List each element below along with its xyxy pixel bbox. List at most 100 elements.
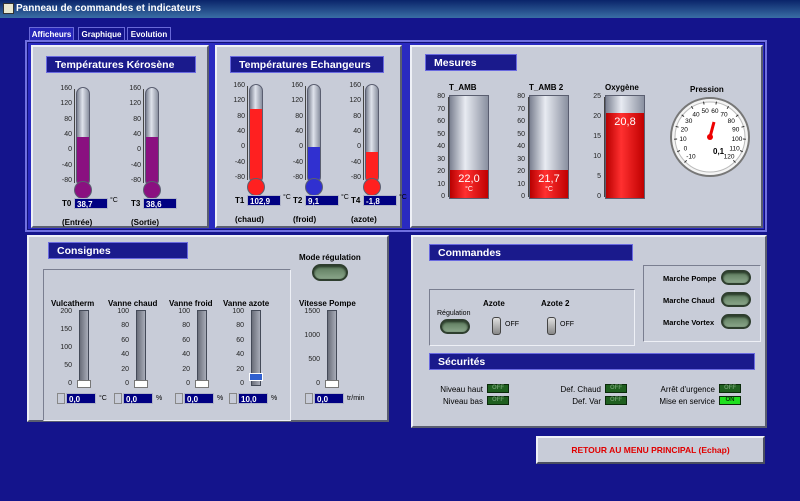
slider-unit: % xyxy=(217,395,224,402)
slider-tick: 80 xyxy=(236,322,244,330)
kerosene-panel: Températures Kérosène 160 120 80 40 0 -40 -80 T… xyxy=(31,45,209,228)
gauge-tick-mark xyxy=(715,101,717,105)
cyl-tick: 70 xyxy=(517,105,525,113)
echangeurs-tube-T4 xyxy=(365,84,379,184)
therm-tick: -40 xyxy=(130,161,141,169)
kerosene-id-T3: T3 xyxy=(131,199,141,208)
slider-value[interactable]: 0,0 xyxy=(123,393,153,404)
echangeurs-value-T1: 102,9 xyxy=(247,195,281,206)
securite-indicator-5: ON xyxy=(719,396,741,405)
cyl-tick: 70 xyxy=(437,105,445,113)
consignes-panel: Consignes Mode régulation Vulcatherm 200 1… xyxy=(27,235,389,422)
pression-label: Pression xyxy=(690,85,724,94)
kerosene-fill-T0 xyxy=(77,137,89,186)
slider-track[interactable] xyxy=(136,310,146,386)
slider-tick: 50 xyxy=(64,362,72,369)
securite-label-3: Def. Var xyxy=(572,397,601,406)
securites-indicators: Niveau haut OFF Niveau bas OFF Def. Chaud OFF… xyxy=(413,237,767,428)
slider-tick: 60 xyxy=(121,336,129,344)
therm-tick: 80 xyxy=(133,115,141,123)
tab-graphique[interactable]: Graphique xyxy=(78,27,125,41)
therm-tick: 80 xyxy=(295,112,303,120)
therm-tick: -80 xyxy=(350,174,361,181)
therm-tick: 120 xyxy=(349,97,361,105)
slider-track[interactable] xyxy=(197,310,207,386)
therm-tick: 40 xyxy=(237,128,245,135)
window-title-bar: Panneau de commandes et indicateurs xyxy=(0,0,800,18)
gauge-tick: 60 xyxy=(711,108,719,115)
slider-value[interactable]: 10,0 xyxy=(238,393,268,404)
securite-label-5: Mise en service xyxy=(659,397,715,406)
therm-tick: -80 xyxy=(61,177,72,184)
gauge-tick: 30 xyxy=(685,118,693,125)
tab-evolution[interactable]: Evolution xyxy=(127,27,171,41)
echangeurs-panel: Températures Echangeurs 160 120 80 40 0 -40 -8… xyxy=(215,45,407,228)
slider-tick: 20 xyxy=(182,365,190,373)
slider-knob[interactable] xyxy=(195,380,209,388)
slider-tick: 80 xyxy=(121,322,129,330)
therm-tick: 0 xyxy=(68,146,72,154)
therm-tick: 160 xyxy=(233,82,245,89)
slider-tick: 0 xyxy=(186,380,190,387)
therm-scale xyxy=(141,89,144,183)
echangeurs-id-T4: T4 xyxy=(351,196,361,205)
gauge-tick: 90 xyxy=(732,127,740,134)
therm-tick: 0 xyxy=(241,143,245,151)
slider-spinner[interactable] xyxy=(229,393,237,404)
slider-knob[interactable] xyxy=(249,372,263,381)
therm-tick: -40 xyxy=(234,158,245,166)
echangeurs-caption-T4: (azote) xyxy=(351,215,377,224)
therm-tick: 160 xyxy=(60,85,72,92)
slider-spinner[interactable] xyxy=(57,393,65,404)
slider-track[interactable] xyxy=(327,310,337,386)
slider-value[interactable]: 0,0 xyxy=(66,393,96,404)
therm-scale xyxy=(245,86,248,180)
securite-indicator-2: OFF xyxy=(605,384,627,393)
cyl-tick: 20 xyxy=(593,113,601,120)
slider-spinner[interactable] xyxy=(175,393,183,404)
slider-track[interactable] xyxy=(79,310,89,386)
slider-knob[interactable] xyxy=(325,380,339,388)
securite-indicator-1: OFF xyxy=(487,396,509,405)
therm-tick: 0 xyxy=(357,143,361,151)
slider-knob[interactable] xyxy=(134,380,148,388)
cyl-fill-2: 20,8 xyxy=(606,113,644,198)
slider-spinner[interactable] xyxy=(305,393,313,404)
gauge-tick: 100 xyxy=(732,136,743,143)
echangeurs-unit-T4: °C xyxy=(399,194,407,201)
cyl-tick: 30 xyxy=(517,155,525,163)
kerosene-fill-T3 xyxy=(146,137,158,186)
slider-spinner[interactable] xyxy=(114,393,122,404)
commandes-panel: Commandes Régulation Azote OFF Azote 2 O… xyxy=(411,235,767,428)
kerosene-tube-T3 xyxy=(145,87,159,187)
therm-tick: 120 xyxy=(60,100,72,108)
kerosene-value-T0: 38,7 xyxy=(74,198,108,209)
slider-tick: 60 xyxy=(182,336,190,344)
therm-scale xyxy=(72,89,75,183)
echangeurs-unit-T2: °C xyxy=(341,194,349,201)
slider-knob[interactable] xyxy=(77,380,91,388)
cyl-name-1: T_AMB 2 xyxy=(529,83,564,92)
slider-value[interactable]: 0,0 xyxy=(184,393,214,404)
therm-tick: -80 xyxy=(130,177,141,184)
therm-tick: 40 xyxy=(295,128,303,135)
retour-menu-button[interactable]: RETOUR AU MENU PRINCIPAL (Echap) xyxy=(536,436,765,464)
cyl-tick: 10 xyxy=(517,180,525,188)
tab-afficheurs[interactable]: Afficheurs xyxy=(29,27,74,41)
slider-name: Vulcatherm xyxy=(51,299,95,308)
slider-unit: % xyxy=(271,395,278,402)
therm-tick: 120 xyxy=(233,97,245,105)
cyl-tick: 80 xyxy=(517,93,525,100)
gauge-tick: -10 xyxy=(686,154,696,161)
securite-label-2: Def. Chaud xyxy=(560,385,601,394)
therm-scale xyxy=(361,86,364,180)
cyl-2: 20,8 xyxy=(605,95,645,199)
therm-tick: 0 xyxy=(299,143,303,151)
therm-tick: 40 xyxy=(133,131,141,138)
slider-tick: 0 xyxy=(125,380,129,387)
slider-value[interactable]: 0,0 xyxy=(314,393,344,404)
echangeurs-caption-T1: (chaud) xyxy=(235,215,264,224)
therm-tick: 40 xyxy=(64,131,72,138)
gauge-tick: 10 xyxy=(679,136,687,143)
slider-unit: tr/min xyxy=(347,395,365,402)
